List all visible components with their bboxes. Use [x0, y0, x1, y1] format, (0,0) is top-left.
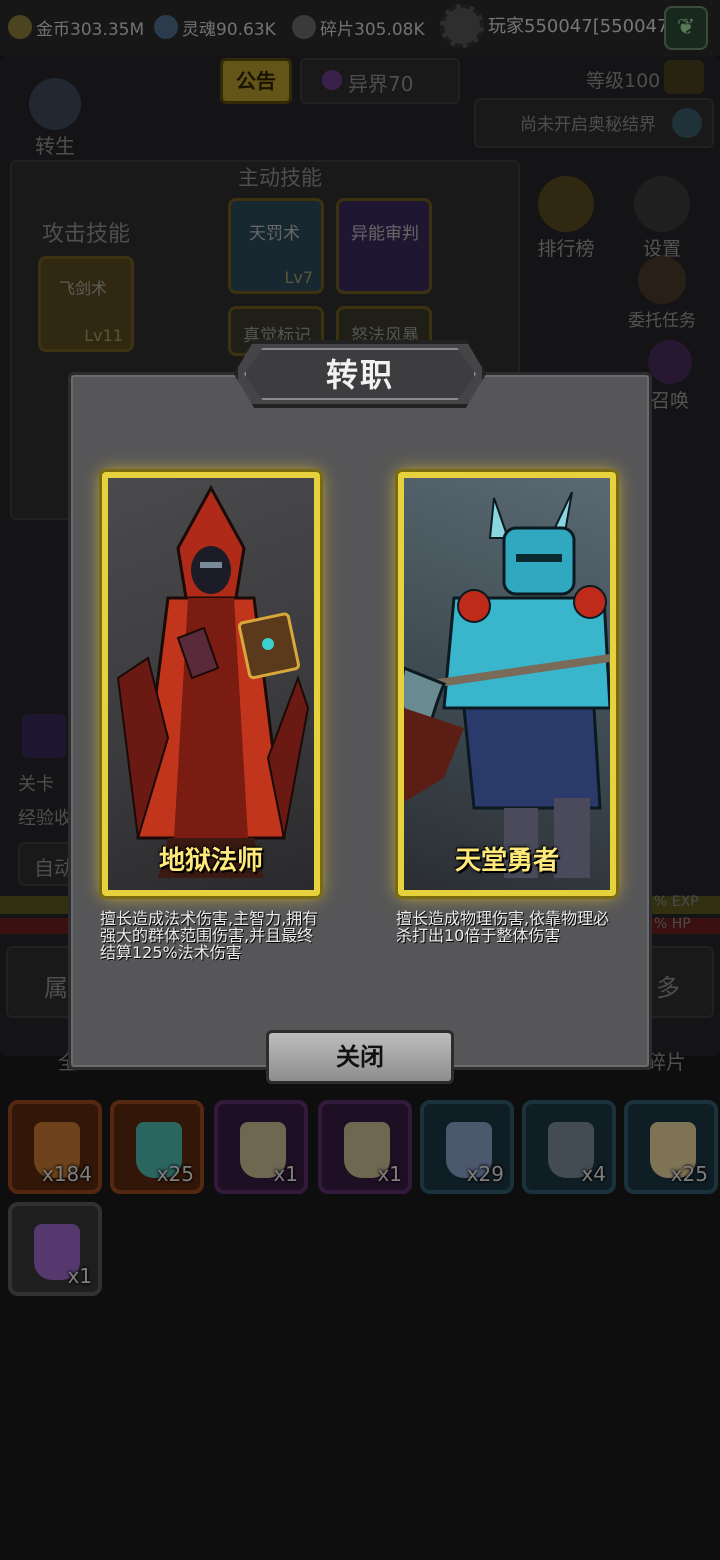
hell-mage-portrait: [116, 484, 310, 878]
heaven-hero-portrait: [404, 491, 610, 878]
class-desc-hell-mage: 擅长造成法术伤害,主智力,拥有强大的群体范围伤害,并且最终结算125%法术伤害: [100, 909, 319, 962]
class-name-heaven-hero: 天堂勇者: [454, 846, 559, 876]
class-name-hell-mage: 地狱法师: [158, 846, 263, 876]
class-card-hell-mage[interactable]: [102, 472, 320, 896]
modal-title: 转职: [325, 356, 394, 394]
class-desc-heaven-hero: 擅长造成物理伤害,依靠物理必杀打出10倍于整体伤害: [396, 909, 610, 945]
close-button[interactable]: 关闭: [266, 1030, 454, 1084]
class-card-heaven-hero[interactable]: [398, 472, 616, 896]
